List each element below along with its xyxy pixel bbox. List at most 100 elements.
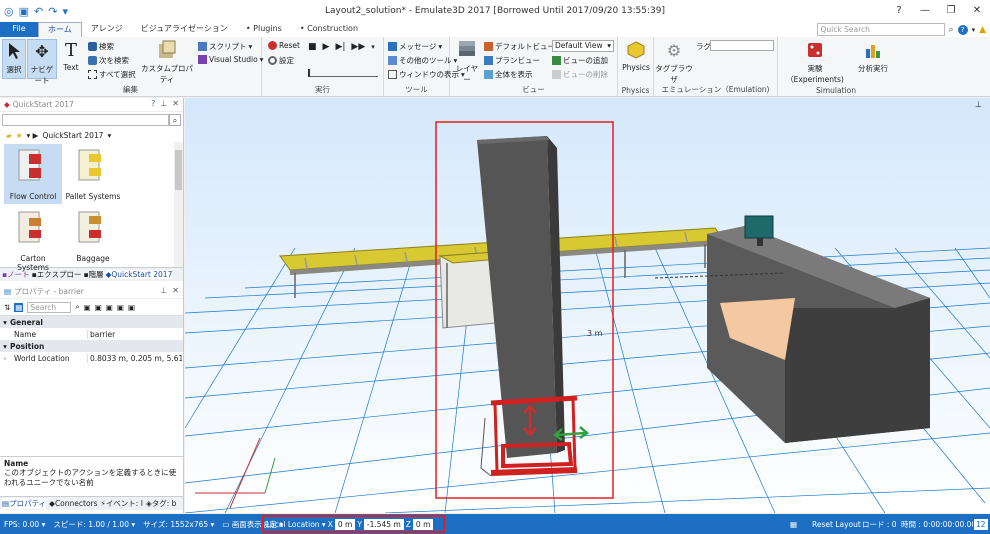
favorite-star-icon[interactable]: ★ [16,131,23,140]
find-next-button[interactable]: 次を検索 [88,55,129,66]
section-general[interactable]: ▾ General [0,316,183,328]
step-icon[interactable]: ▶| [335,42,345,52]
reset-button[interactable]: Reset [268,41,300,50]
catalog-item-carton-systems[interactable]: Carton Systems [4,206,62,272]
collapse-icon[interactable]: ▾ [0,342,10,351]
run-dropdown-icon[interactable]: ▾ [371,43,375,51]
analysis-button[interactable]: 分析実行 [854,39,892,74]
close-button[interactable]: ✕ [964,0,990,20]
property-value[interactable]: 0.8033 m, 0.205 m, 5.6138 m [88,354,182,363]
layers-button[interactable]: レイヤー [454,39,480,85]
tab-arrange[interactable]: アレンジ [82,22,132,37]
run-settings-button[interactable]: 設定 [268,55,294,66]
catalog-scrollbar[interactable] [174,142,183,267]
visual-studio-button[interactable]: Visual Studio ▾ [198,55,263,64]
warning-icon[interactable]: ▲ [979,25,986,35]
property-row-name[interactable]: Name barrier [0,328,183,340]
size-readout[interactable]: サイズ: 1552x765 ▾ [139,519,218,530]
help-icon[interactable]: ? [957,24,968,35]
stop-icon[interactable]: ■ [308,42,317,52]
text-button[interactable]: T Text [60,39,82,73]
section-position[interactable]: ▾ Position [0,340,183,352]
tab-quickstart[interactable]: ◆QuickStart 2017 [105,270,173,279]
navigate-button[interactable]: ✥ ナビゲート [27,39,57,85]
properties-search-icon[interactable]: ⌕ [75,302,79,312]
breadcrumb-dropdown-icon[interactable]: ▾ [107,131,111,140]
lag-input[interactable] [710,40,774,51]
fast-forward-icon[interactable]: ▶▶ [351,42,365,52]
tab-connectors[interactable]: ◆Connectors [49,499,97,508]
categorized-icon[interactable]: ▦ [14,302,24,312]
tab-home[interactable]: ホーム [38,22,82,37]
tab-file[interactable]: File [0,22,38,37]
properties-close-icon[interactable]: ✕ [172,286,179,295]
x-value-field[interactable]: 0 m [334,518,356,530]
notification-badge[interactable]: 12 [974,518,988,530]
pane-help-icon[interactable]: ? [151,99,155,108]
property-row-world-location[interactable]: ›World Location0.8033 m, 0.205 m, 5.6138… [0,352,183,364]
tab-visualization[interactable]: ビジュアライゼーション [132,22,237,37]
search-button[interactable]: 検索 [88,41,114,52]
messages-button[interactable]: メッセージ ▾ [388,41,442,52]
play-icon[interactable]: ▶ [323,42,330,52]
properties-pin-icon[interactable]: ⊥ [160,286,167,295]
quick-search-input[interactable]: Quick Search [816,23,945,36]
tab-properties[interactable]: ▤プロパティ [2,498,47,509]
speed-readout[interactable]: スピード: 1.00 / 1.00 ▾ [49,519,139,530]
select-button[interactable]: 選択 [2,39,26,79]
redo-icon[interactable]: ↷ [48,5,57,18]
property-value[interactable]: barrier [88,330,115,339]
view-select[interactable]: Default View ▾ [552,40,614,52]
minimize-button[interactable]: — [912,0,938,20]
speed-slider-thumb[interactable] [308,69,310,77]
restore-button[interactable]: ❐ [938,0,964,20]
toolbar-icon-a[interactable]: ▣ [84,303,91,312]
layout-icon[interactable]: ▦ [790,520,797,529]
viewport-3d[interactable]: ⊥ 3 m [185,98,990,513]
save-icon[interactable]: ▣ [19,5,29,18]
delete-view-button[interactable]: ビューの削除 [552,69,608,80]
other-tools-button[interactable]: その他のツール ▾ [388,55,457,66]
catalog-item-pallet-systems[interactable]: Pallet Systems [64,144,122,204]
sort-icon[interactable]: ⇅ [4,303,10,312]
script-button[interactable]: スクリプト ▾ [198,41,252,52]
catalog-item-flow-control[interactable]: Flow Control [4,144,62,204]
quickstart-search-input[interactable] [2,114,169,126]
custom-property-button[interactable]: カスタムプロパティ [140,39,194,85]
z-value-field[interactable]: 0 m [412,518,434,530]
tab-construction[interactable]: • Construction [291,22,367,37]
customize-icon[interactable]: ▾ [62,5,68,18]
show-all-button[interactable]: 全体を表示 [484,69,533,80]
experiments-button[interactable]: 実験（Experiments) [780,39,850,85]
speed-slider[interactable] [308,69,378,77]
properties-search-input[interactable]: Search [27,301,72,313]
toolbar-icon-b[interactable]: ▣ [95,303,102,312]
plan-view-button[interactable]: プランビュー [484,55,540,66]
undo-icon[interactable]: ↶ [34,5,43,18]
y-value-field[interactable]: -1.545 m [363,518,404,530]
catalog-scrollbar-thumb[interactable] [175,150,182,190]
tab-plugins[interactable]: • Plugins [237,22,291,37]
viewport-pin-icon[interactable]: ⊥ [975,100,982,109]
toolbar-icon-d[interactable]: ▣ [117,303,124,312]
quickstart-search-icon[interactable]: ⌕ [169,114,181,126]
tab-hierarchy[interactable]: ▪階層 [83,269,103,280]
default-view-button[interactable]: デフォルトビュー [484,41,555,52]
scene[interactable]: 3 m [185,98,990,513]
tab-events[interactable]: ⚡イベント: I [101,498,143,509]
search-icon[interactable]: ⌕ [949,25,954,35]
tab-tags[interactable]: ◈タグ: b [146,498,176,509]
tag-browser-button[interactable]: ⚙ タグブラウザ [654,39,694,85]
folder-icon[interactable]: ▰ [6,131,12,140]
fps-readout[interactable]: FPS: 0.00 ▾ [0,520,49,529]
toolbar-icon-e[interactable]: ▣ [128,303,135,312]
expand-icon[interactable]: › [0,354,10,363]
add-view-button[interactable]: ビューの追加 [552,55,608,66]
pane-close-icon[interactable]: ✕ [172,99,179,108]
breadcrumb-label[interactable]: QuickStart 2017 [42,131,103,140]
select-all-button[interactable]: すべて選択 [88,69,136,80]
pin-icon[interactable]: ⊥ [160,99,167,108]
local-location-select[interactable]: Local Location ▾ [266,520,326,529]
toolbar-icon-c[interactable]: ▣ [106,303,113,312]
physics-button[interactable]: Physics [620,39,652,72]
